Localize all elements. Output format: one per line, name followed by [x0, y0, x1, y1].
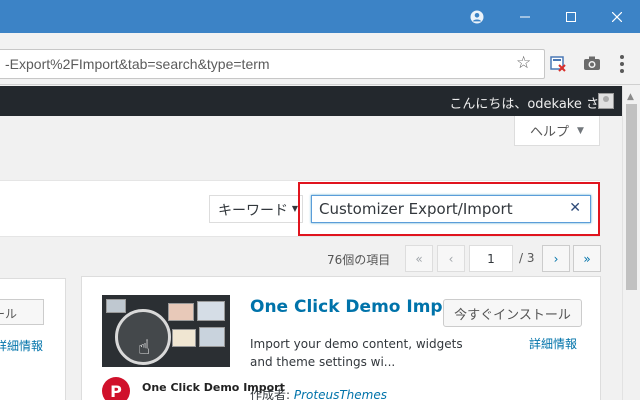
plugin-thumbnail[interactable]: ☝ [102, 295, 230, 367]
plugin-card: ☝ P One Click Demo Import One Click Demo… [81, 276, 601, 400]
scrollbar-thumb[interactable] [626, 104, 637, 290]
install-now-button[interactable]: 今すぐインストール [443, 299, 582, 327]
search-type-label: キーワード [218, 203, 288, 219]
camera-icon[interactable] [583, 55, 601, 73]
plugin-author: 作成者: ProteusThemes [250, 386, 387, 400]
browser-titlebar [0, 0, 640, 33]
scroll-up-icon[interactable]: ▲ [627, 92, 634, 102]
next-page-button[interactable]: › [542, 245, 570, 272]
close-icon[interactable] [594, 0, 640, 33]
proteus-logo-icon: P [102, 377, 130, 400]
prev-page-button: ‹ [437, 245, 465, 272]
bookmark-star-icon[interactable]: ☆ [516, 53, 531, 73]
details-link-left[interactable]: 詳細情報 [0, 337, 43, 354]
address-bar[interactable]: -Export%2FImport&tab=search&type=term ☆ [0, 49, 545, 79]
wp-admin-bar: こんにちは、odekake さん [0, 86, 640, 116]
plugin-card-left: ール 詳細情報 [0, 278, 66, 400]
total-pages: / 3 [519, 251, 535, 265]
menu-icon[interactable] [614, 55, 630, 73]
plugin-description: Import your demo content, widgets and th… [250, 337, 463, 369]
page-scrollbar[interactable]: ▲ [622, 86, 640, 400]
help-tab-button[interactable]: ヘルプ ▼ [514, 116, 600, 146]
search-highlight-annotation [298, 182, 600, 236]
help-tab-label: ヘルプ [530, 125, 570, 140]
current-page-input[interactable]: 1 [469, 245, 513, 272]
extension-icon[interactable] [550, 56, 566, 72]
author-prefix: 作成者: [250, 388, 294, 400]
maximize-icon[interactable] [548, 0, 594, 33]
first-page-button: « [405, 245, 433, 272]
browser-toolbar: -Export%2FImport&tab=search&type=term ☆ [0, 33, 640, 85]
last-page-button[interactable]: » [573, 245, 601, 272]
search-type-select[interactable]: キーワード ▼ [209, 195, 303, 223]
minimize-icon[interactable] [502, 0, 548, 33]
caret-down-icon: ▼ [577, 125, 584, 136]
items-count: 76個の項目 [327, 253, 391, 267]
avatar[interactable] [598, 93, 614, 109]
install-button-left[interactable]: ール [0, 299, 44, 325]
address-bar-url[interactable]: -Export%2FImport&tab=search&type=term [5, 56, 270, 72]
hand-pointer-icon: ☝ [138, 335, 151, 359]
plugin-name-link[interactable]: One Click Demo Import [250, 297, 471, 317]
author-link[interactable]: ProteusThemes [294, 388, 387, 400]
user-greeting[interactable]: こんにちは、odekake さん [449, 93, 612, 112]
more-details-link[interactable]: 詳細情報 [529, 335, 577, 352]
profile-icon[interactable] [454, 0, 500, 33]
